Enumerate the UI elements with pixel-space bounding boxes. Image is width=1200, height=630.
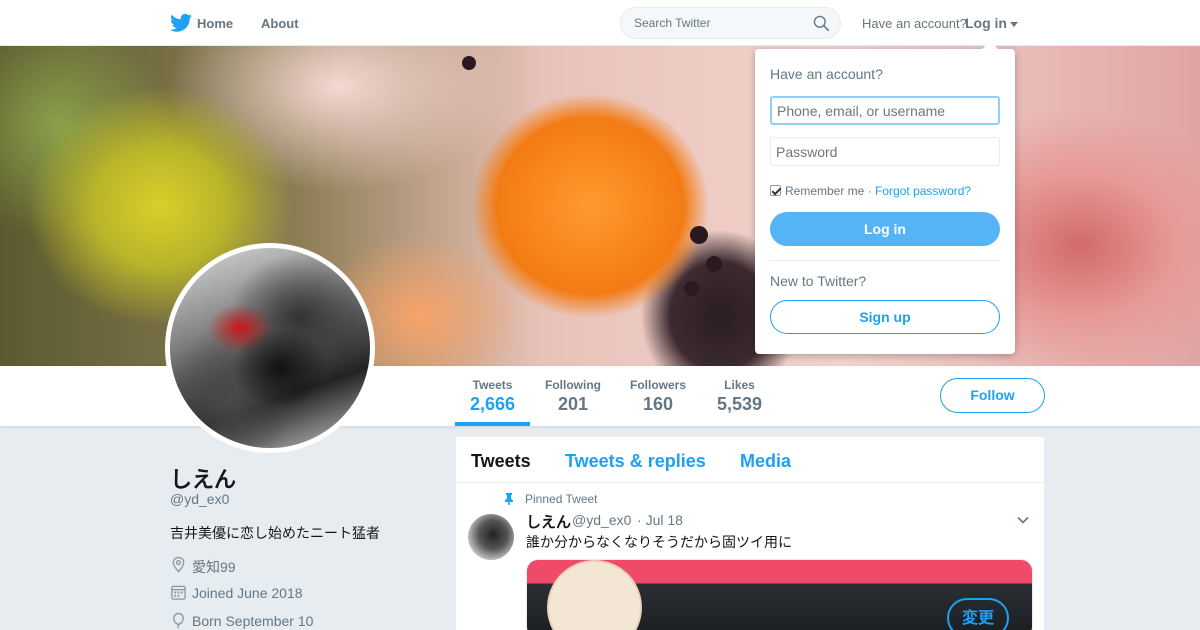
banner-detail <box>462 56 476 70</box>
login-link-label: Log in <box>965 15 1007 31</box>
new-to-twitter-text: New to Twitter? <box>770 273 867 289</box>
banner-detail <box>690 226 708 244</box>
avatar-image <box>170 248 370 448</box>
login-dropdown-toggle[interactable]: Log in <box>965 15 1018 31</box>
twitter-bird-icon[interactable] <box>170 13 192 33</box>
password-field[interactable] <box>770 137 1000 166</box>
stat-value: 2,666 <box>470 394 516 414</box>
calendar-icon <box>171 585 186 600</box>
tweet-date-text: Jul 18 <box>645 512 683 528</box>
search-placeholder: Search Twitter <box>634 16 711 30</box>
search-icon[interactable] <box>813 15 830 32</box>
username-field[interactable] <box>770 96 1000 125</box>
stat-value: 201 <box>557 394 589 414</box>
chevron-down-icon[interactable] <box>1016 513 1030 527</box>
location-pin-icon <box>172 556 185 573</box>
tweet-separator: · <box>637 512 642 528</box>
remember-me-checkbox[interactable] <box>770 185 781 196</box>
profile-handle[interactable]: @yd_ex0 <box>170 491 229 507</box>
caret-down-icon <box>1010 21 1018 27</box>
stat-label: Tweets <box>472 378 513 392</box>
stat-tweets[interactable]: Tweets 2,666 <box>470 378 515 415</box>
profile-avatar[interactable] <box>165 243 375 453</box>
banner-detail <box>706 256 722 272</box>
media-change-button: 変更 <box>947 598 1009 630</box>
profile-name[interactable]: しえん <box>170 462 236 494</box>
born-text: Born September 10 <box>192 613 314 629</box>
have-account-text: Have an account? <box>862 16 967 31</box>
pin-icon <box>505 493 513 505</box>
search-input[interactable]: Search Twitter <box>620 7 841 39</box>
pinned-tweet[interactable]: Pinned Tweet しえん @yd_ex0 · Jul 18 誰か分からな… <box>456 437 1044 630</box>
media-illustration <box>547 560 642 630</box>
tweet-author-name[interactable]: しえん <box>526 511 571 532</box>
stat-value: 5,539 <box>717 394 763 414</box>
signup-button[interactable]: Sign up <box>770 300 1000 334</box>
remember-me-row: Remember me · Forgot password? <box>770 184 971 198</box>
tweet-author-handle[interactable]: @yd_ex0 <box>572 512 631 528</box>
nav-home-link[interactable]: Home <box>197 16 233 31</box>
pinned-label: Pinned Tweet <box>525 492 598 506</box>
remember-separator: · <box>867 184 872 198</box>
tweet-date[interactable]: · Jul 18 <box>637 512 683 528</box>
joined-text: Joined June 2018 <box>192 585 303 601</box>
stat-likes[interactable]: Likes 5,539 <box>717 378 762 415</box>
forgot-password-link[interactable]: Forgot password? <box>875 184 971 198</box>
stat-label: Following <box>545 378 601 392</box>
stat-label: Followers <box>630 378 687 392</box>
active-stat-indicator <box>455 422 530 426</box>
balloon-icon <box>173 612 184 629</box>
top-nav: Home About Search Twitter Have an accoun… <box>0 0 1200 46</box>
login-dropdown: Have an account? Remember me · Forgot pa… <box>755 41 1015 354</box>
nav-about-link[interactable]: About <box>261 16 299 31</box>
dropdown-divider <box>770 260 1000 261</box>
stat-label: Likes <box>724 378 755 392</box>
profile-bio: 吉井美優に恋し始めたニート猛者 <box>170 525 380 541</box>
remember-me-label[interactable]: Remember me <box>785 184 864 198</box>
tweet-text: 誰か分からなくなりそうだから固ツイ用に <box>526 534 792 550</box>
follow-button[interactable]: Follow <box>940 378 1045 413</box>
location-text: 愛知99 <box>192 559 236 575</box>
stat-value: 160 <box>642 394 674 414</box>
stat-followers[interactable]: Followers 160 <box>630 378 686 415</box>
tweet-media[interactable]: 変更 <box>526 559 1033 630</box>
login-button[interactable]: Log in <box>770 212 1000 246</box>
dropdown-title: Have an account? <box>770 66 883 82</box>
tweet-avatar[interactable] <box>468 514 514 560</box>
banner-detail <box>684 281 699 296</box>
stat-following[interactable]: Following 201 <box>545 378 601 415</box>
